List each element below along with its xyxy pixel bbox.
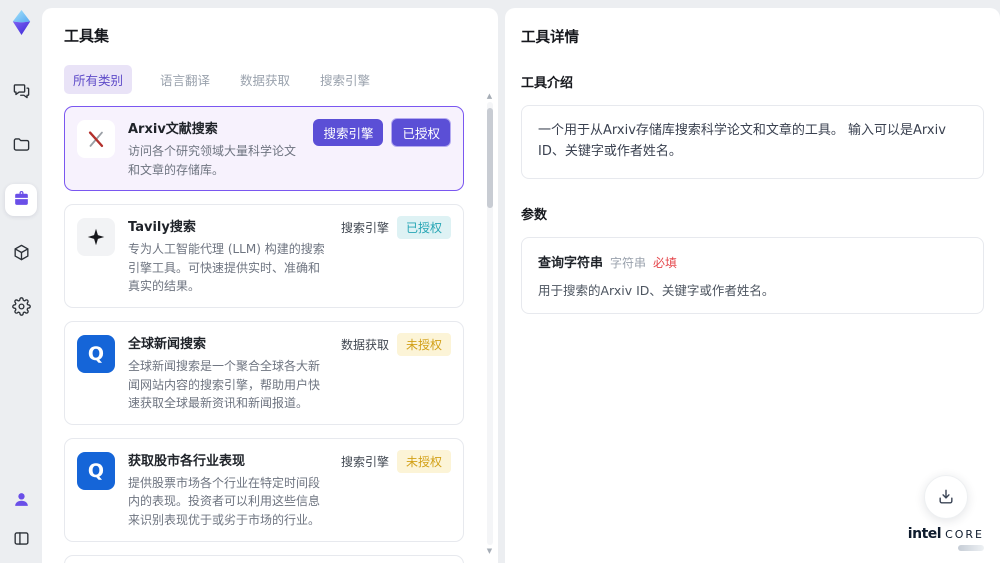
tool-description: 提供股票市场各个行业在特定时间段内的表现。投资者可以利用这些信息来识别表现优于或… (128, 475, 321, 527)
param-required-badge: 必填 (653, 255, 678, 270)
folder-icon (12, 135, 31, 158)
auth-status-badge: 未授权 (396, 332, 451, 356)
intel-core-logo: intel CORE (908, 526, 984, 551)
auth-status-badge: 未授权 (396, 449, 451, 473)
layout-panel-icon (12, 529, 31, 552)
tab-category-1[interactable]: 语言翻译 (158, 65, 212, 94)
intel-wordmark: intel (907, 526, 942, 542)
tab-all-categories[interactable]: 所有类别 (64, 65, 133, 94)
sidebar-nav (5, 76, 37, 324)
category-badge: 搜索引擎 (313, 119, 384, 146)
tool-description: 专为人工智能代理 (LLM) 构建的搜索引擎工具。可快速提供实时、准确和真实的结… (128, 242, 325, 294)
briefcase-icon (12, 189, 31, 212)
app-window: 工具集 所有类别 语言翻译 数据获取 搜索引擎 Arxiv文献搜索 访问各个研究领域大量… (0, 0, 1000, 563)
chat-icon (12, 81, 31, 104)
sidebar (0, 0, 42, 563)
param-box: 查询字符串 字符串 必填 用于搜索的Arxiv ID、关键字或作者姓名。 (521, 236, 984, 314)
tool-info: Arxiv文献搜索访问各个研究领域大量科学论文和文章的存储库。 (128, 118, 300, 179)
tool-card[interactable]: Q 获取股市各行业表现提供股票市场各个行业在特定时间段内的表现。投资者可以利用这些… (64, 437, 464, 542)
tool-badges: 搜索引擎 已授权 (313, 118, 451, 147)
tool-name: Tavily搜索 (128, 220, 196, 236)
core-wordmark: CORE (945, 528, 984, 541)
tab-category-2[interactable]: 数据获取 (238, 65, 292, 94)
param-type: 字符串 (610, 255, 647, 270)
scroll-up-icon[interactable]: ▲ (487, 92, 492, 100)
sidebar-item-box[interactable] (5, 238, 37, 270)
param-description: 用于搜索的Arxiv ID、关键字或作者姓名。 (538, 282, 775, 298)
tool-card[interactable]: Q 全球新闻搜索全球新闻搜索是一个聚合全球各大新闻网站内容的搜索引擎，帮助用户快速… (64, 320, 464, 425)
scrollbar-track[interactable] (486, 102, 493, 545)
intro-box: 一个用于从Arxiv存储库搜索科学论文和文章的工具。 输入可以是Arxiv ID… (521, 105, 984, 179)
arxiv-logo-icon (77, 120, 115, 158)
tab-category-3[interactable]: 搜索引擎 (318, 65, 372, 94)
floating-actions: intel CORE (908, 475, 984, 551)
tool-badges: 数据获取 未授权 (340, 332, 451, 356)
tool-name: Arxiv文献搜索 (128, 122, 218, 137)
param-name: 查询字符串 (538, 255, 604, 271)
tool-cards: Arxiv文献搜索 访问各个研究领域大量科学论文和文章的存储库。 搜索引擎 已授权 Ta… (64, 106, 478, 563)
tool-badges: 搜索引擎 已授权 (340, 216, 451, 240)
category-badge: 搜索引擎 (340, 454, 389, 469)
app-logo-icon[interactable] (8, 9, 35, 36)
tool-badges: 搜索引擎 未授权 (340, 449, 451, 473)
page-title: 工具集 (64, 27, 110, 45)
sidebar-item-briefcase[interactable] (5, 184, 37, 216)
ultra-badge (958, 545, 984, 551)
tool-info: 获取股市各行业表现提供股票市场各个行业在特定时间段内的表现。投资者可以利用这些信… (128, 450, 328, 530)
auth-status-badge: 已授权 (396, 216, 451, 240)
category-badge: 数据获取 (340, 337, 389, 352)
tool-detail-panel: 工具详情 工具介绍 一个用于从Arxiv存储库搜索科学论文和文章的工具。 输入可… (505, 8, 1000, 563)
scrollbar-thumb[interactable] (486, 108, 493, 208)
news-q-icon: Q (77, 451, 115, 490)
param-header: 查询字符串 字符串 必填 (538, 252, 967, 271)
tool-card[interactable]: Q获取市场最活跃股票信息提供当天交易量最高的股票列表，投资者可以利用这些信息来识… (64, 554, 464, 563)
download-icon (939, 489, 953, 504)
avatar-icon (12, 490, 31, 513)
intro-heading: 工具介绍 (521, 76, 574, 91)
tool-card[interactable]: Arxiv文献搜索访问各个研究领域大量科学论文和文章的存储库。 搜索引擎 已授权 (64, 106, 464, 192)
category-badge: 搜索引擎 (340, 221, 389, 236)
download-button[interactable] (923, 475, 968, 519)
tavily-star-icon (77, 218, 115, 257)
tool-card[interactable]: Tavily搜索专为人工智能代理 (LLM) 构建的搜索引擎工具。可快速提供实时… (64, 204, 464, 308)
tool-info: 全球新闻搜索全球新闻搜索是一个聚合全球各大新闻网站内容的搜索引擎，帮助用户快速获… (128, 333, 328, 413)
auth-status-badge: 已授权 (391, 118, 451, 147)
news-q-icon: Q (77, 334, 115, 373)
tools-list-panel: 工具集 所有类别 语言翻译 数据获取 搜索引擎 Arxiv文献搜索 访问各个研究领域大量… (42, 8, 498, 563)
tool-name: 获取股市各行业表现 (128, 453, 246, 469)
sidebar-bottom (8, 488, 34, 553)
sidebar-item-chat[interactable] (5, 76, 37, 108)
sidebar-item-gear[interactable] (5, 292, 37, 324)
gear-icon (11, 296, 31, 320)
tool-info: Tavily搜索专为人工智能代理 (LLM) 构建的搜索引擎工具。可快速提供实时… (128, 216, 328, 296)
main-content: 工具集 所有类别 语言翻译 数据获取 搜索引擎 Arxiv文献搜索 访问各个研究领域大量… (42, 0, 1000, 563)
tool-description: 全球新闻搜索是一个聚合全球各大新闻网站内容的搜索引擎，帮助用户快速获取全球最新资… (128, 358, 321, 411)
list-scrollbar[interactable]: ▲ ▼ (484, 92, 495, 555)
detail-title: 工具详情 (521, 30, 579, 46)
tool-name: 全球新闻搜索 (128, 336, 207, 352)
box-icon (12, 243, 31, 266)
params-heading: 参数 (521, 207, 548, 223)
category-tabs: 所有类别 语言翻译 数据获取 搜索引擎 (64, 65, 478, 94)
sidebar-item-layout-panel[interactable] (8, 527, 34, 553)
sidebar-item-folder[interactable] (5, 130, 37, 162)
scroll-down-icon[interactable]: ▼ (487, 547, 492, 555)
sidebar-item-avatar[interactable] (8, 488, 34, 514)
tool-description: 访问各个研究领域大量科学论文和文章的存储库。 (128, 144, 297, 177)
